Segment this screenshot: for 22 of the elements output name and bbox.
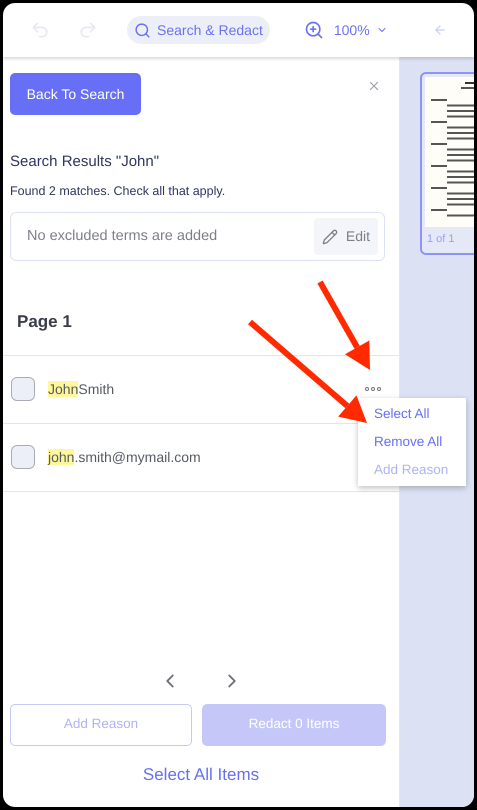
menu-item[interactable]: Select All [358, 400, 466, 428]
pencil-icon [322, 228, 338, 245]
page-count: 1 of 1 [427, 232, 456, 247]
menu-item[interactable]: Remove All [358, 428, 466, 456]
edit-button[interactable]: Edit [314, 218, 378, 256]
thumbnail-card[interactable]: 1 of 1 [420, 72, 474, 254]
more-icon[interactable] [365, 386, 381, 391]
back-to-search-button[interactable]: Back To Search [10, 73, 141, 115]
search-redact-button[interactable]: Search & Redact [127, 16, 270, 44]
excluded-terms-text: No excluded terms are added [27, 226, 218, 246]
select-all-items-link[interactable]: Select All Items [142, 762, 260, 787]
match-text: JohnSmith [48, 380, 114, 399]
zoom-in-icon[interactable] [304, 20, 324, 40]
results-title: Search Results "John" [10, 152, 160, 172]
results-summary: Found 2 matches. Check all that apply. [10, 182, 226, 200]
search-icon [134, 22, 151, 38]
checkbox[interactable] [11, 377, 35, 402]
checkbox[interactable] [11, 445, 35, 470]
close-icon[interactable] [367, 79, 381, 93]
page-heading: Page 1 [17, 311, 73, 334]
zoom-dropdown[interactable]: 100% [334, 20, 388, 40]
match-text: john.smith@mymail.com [48, 448, 201, 467]
